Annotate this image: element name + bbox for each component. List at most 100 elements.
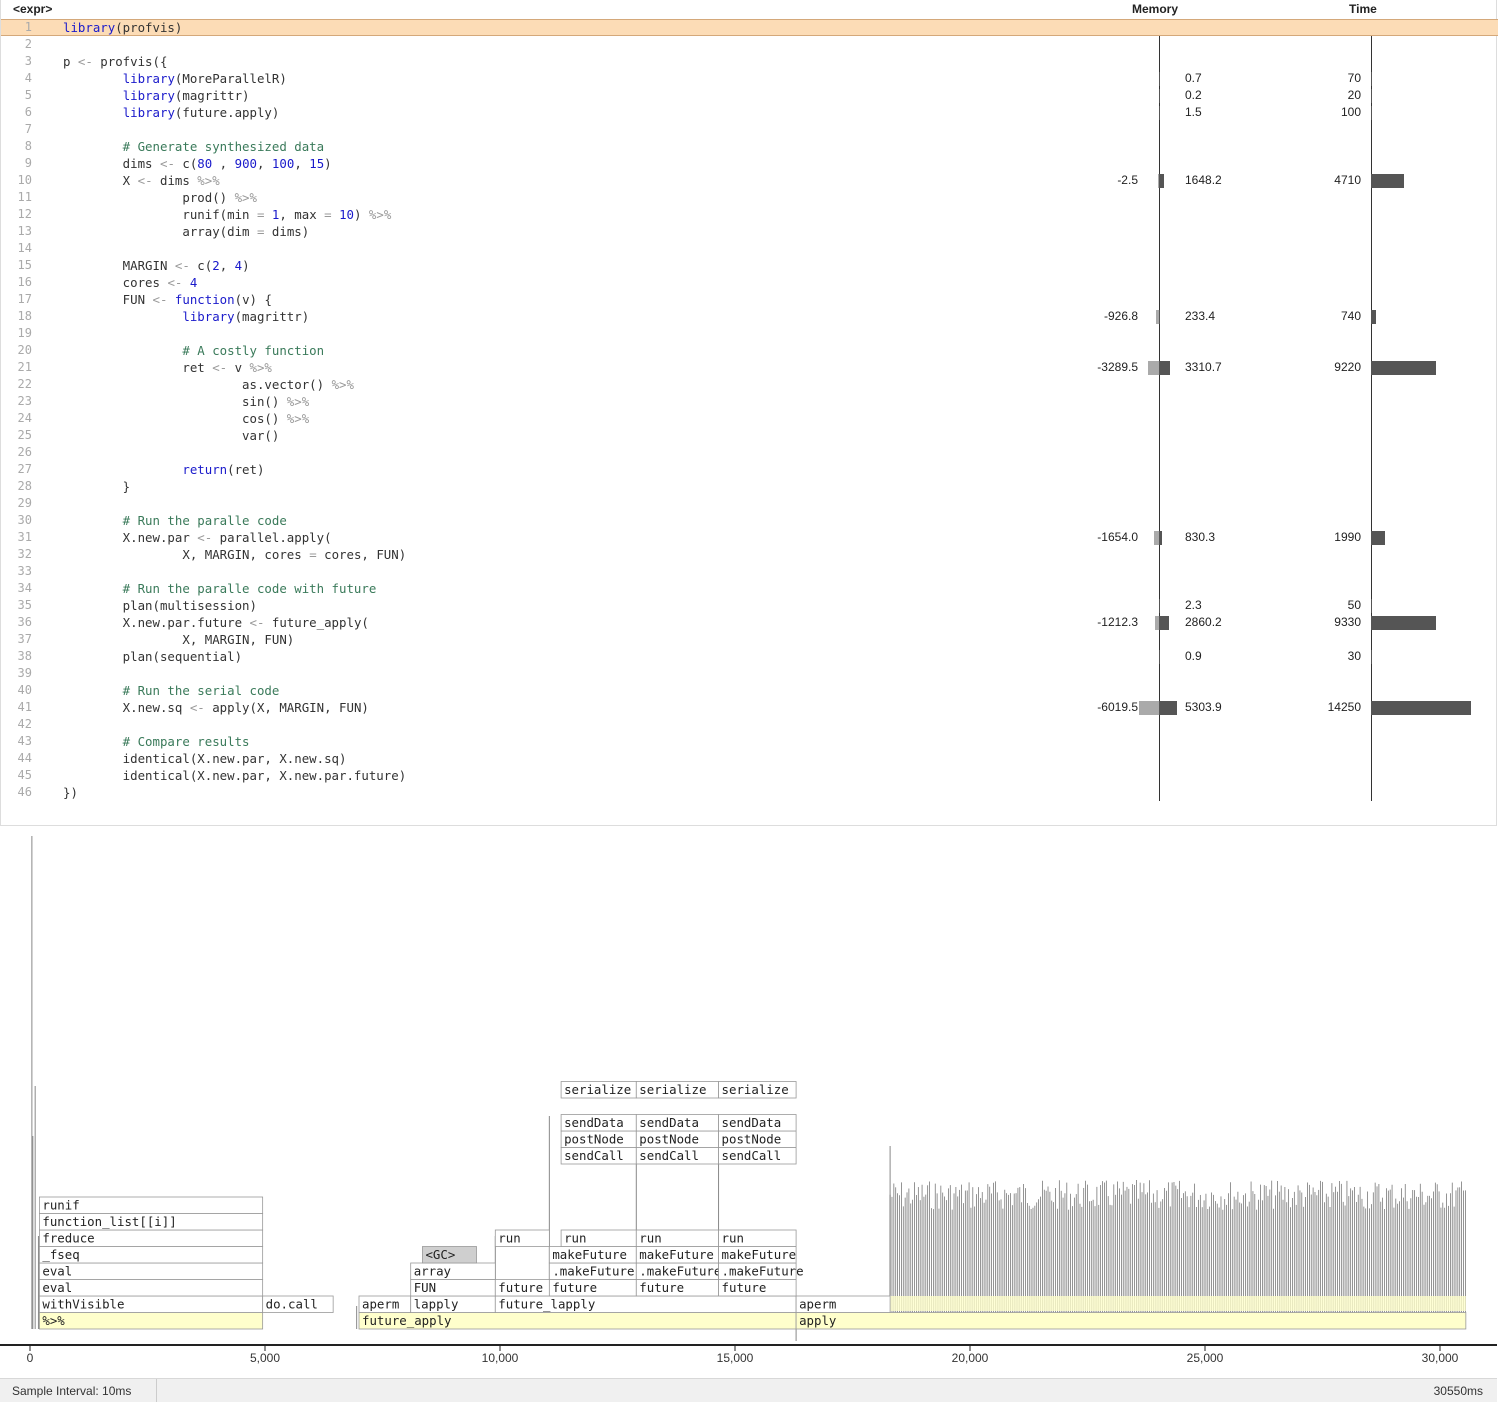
flame-cell-apply[interactable]: apply (795, 1312, 1467, 1330)
flame-cell-runif[interactable]: runif (39, 1196, 264, 1214)
code-line[interactable]: 32 X, MARGIN, cores = cores, FUN) (1, 546, 1498, 563)
code-line[interactable]: 42 (1, 716, 1498, 733)
code-line[interactable]: 39 (1, 665, 1498, 682)
memory-alloc-value: 830.3 (1185, 530, 1216, 544)
code-line[interactable]: 11 prod() %>% (1, 189, 1498, 206)
code-line[interactable]: 31 X.new.par <- parallel.apply(-1654.0 83… (1, 529, 1498, 546)
flame-cell--fseq[interactable]: _fseq (39, 1246, 264, 1264)
flame-cell--GC-[interactable]: <GC> (422, 1246, 477, 1264)
flame-cell-run[interactable]: run (718, 1229, 797, 1247)
flame-graph-svg[interactable]: %>% future_apply apply withVisible do.call ap… (0, 836, 1497, 1378)
code-line[interactable]: 46}) (1, 784, 1498, 801)
code-line[interactable]: 33 (1, 563, 1498, 580)
flame-cell-makeFuture[interactable]: makeFuture (548, 1246, 637, 1264)
code-line[interactable]: 12 runif(min = 1, max = 10) %>% (1, 206, 1498, 223)
flame-cell-sendCall[interactable]: sendCall (635, 1147, 719, 1165)
code-line[interactable]: 16 cores <- 4 (1, 274, 1498, 291)
flame-cell--makeFuture[interactable]: .makeFuture (548, 1262, 637, 1280)
code-text: X.new.par <- parallel.apply( (63, 530, 332, 545)
code-line[interactable]: 14 (1, 240, 1498, 257)
flame-cell-future[interactable]: future (494, 1279, 550, 1297)
code-line[interactable]: 34 # Run the paralle code with future (1, 580, 1498, 597)
code-line[interactable]: 28 } (1, 478, 1498, 495)
flame-cell-future[interactable]: future (718, 1279, 797, 1297)
code-line[interactable]: 15 MARGIN <- c(2, 4) (1, 257, 1498, 274)
code-line[interactable]: 30 # Run the paralle code (1, 512, 1498, 529)
flame-cell-function-list-i-[interactable]: function_list[[i]] (39, 1213, 264, 1231)
flame-cell-run[interactable]: run (560, 1229, 637, 1247)
code-line[interactable]: 13 array(dim = dims) (1, 223, 1498, 240)
flame-cell-serialize[interactable]: serialize (718, 1081, 797, 1099)
code-line[interactable]: 5 library(magrittr) 0.2 20 (1, 87, 1498, 104)
flame-cell-makeFuture[interactable]: makeFuture (718, 1246, 797, 1264)
flame-cell-run[interactable]: run (494, 1229, 550, 1247)
code-line[interactable]: 8 # Generate synthesized data (1, 138, 1498, 155)
code-line[interactable]: 3 p <- profvis({ (1, 53, 1498, 70)
code-line[interactable]: 35 plan(multisession) 2.3 50 (1, 597, 1498, 614)
code-line[interactable]: 40 # Run the serial code (1, 682, 1498, 699)
code-line[interactable]: 17 FUN <- function(v) { (1, 291, 1498, 308)
flame-cell-freduce[interactable]: freduce (39, 1229, 264, 1247)
flame-cell-eval[interactable]: eval (39, 1262, 264, 1280)
code-line[interactable]: 9 dims <- c(80 , 900, 100, 15) (1, 155, 1498, 172)
flame-cell-postNode[interactable]: postNode (635, 1130, 719, 1148)
code-line[interactable]: 6 library(future.apply) 1.5 100 (1, 104, 1498, 121)
time-column-header[interactable]: Time (1349, 2, 1377, 16)
x-tick-label: 25,000 (1187, 1351, 1224, 1365)
flame-cell-run[interactable]: run (635, 1229, 719, 1247)
flame-cell-sendCall[interactable]: sendCall (718, 1147, 797, 1165)
code-line[interactable]: 19 (1, 325, 1498, 342)
flame-cell-makeFuture[interactable]: makeFuture (635, 1246, 719, 1264)
flame-cell-do-call[interactable]: do.call (262, 1295, 334, 1313)
code-line[interactable]: 22 as.vector() %>% (1, 376, 1498, 393)
flame-cell--makeFuture[interactable]: .makeFuture (635, 1262, 721, 1280)
flame-cell-sendData[interactable]: sendData (560, 1114, 637, 1132)
code-line[interactable]: 37 X, MARGIN, FUN) (1, 631, 1498, 648)
code-line[interactable]: 27 return(ret) (1, 461, 1498, 478)
code-line[interactable]: 4 library(MoreParallelR) 0.7 70 (1, 70, 1498, 87)
flame-cell-eval[interactable]: eval (39, 1279, 264, 1297)
code-line[interactable]: 29 (1, 495, 1498, 512)
svg-text:serialize: serialize (564, 1082, 631, 1097)
code-line[interactable]: 41 X.new.sq <- apply(X, MARGIN, FUN) -601… (1, 699, 1498, 716)
flame-cell-future-apply[interactable]: future_apply (358, 1312, 797, 1330)
code-line[interactable]: 43 # Compare results (1, 733, 1498, 750)
flame-cell-future-lapply[interactable]: future_lapply (494, 1295, 797, 1313)
flame-cell-sendData[interactable]: sendData (635, 1114, 719, 1132)
flame-cell-postNode[interactable]: postNode (718, 1130, 797, 1148)
code-line[interactable]: 25 var() (1, 427, 1498, 444)
memory-column-header[interactable]: Memory (1132, 2, 1178, 16)
flame-cell-future[interactable]: future (635, 1279, 719, 1297)
flame-cell-aperm[interactable]: aperm (795, 1295, 891, 1313)
flame-graph[interactable]: %>% future_apply apply withVisible do.call ap… (0, 836, 1497, 1378)
flame-cell-aperm[interactable]: aperm (358, 1295, 412, 1313)
flame-cell-future[interactable]: future (548, 1279, 637, 1297)
code-line[interactable]: 1 library(profvis) (1, 19, 1498, 36)
flame-cell-lapply[interactable]: lapply (410, 1295, 496, 1313)
code-line[interactable]: 45 identical(X.new.par, X.new.par.future… (1, 767, 1498, 784)
flame-cell-FUN[interactable]: FUN (410, 1279, 496, 1297)
flame-cell-sendData[interactable]: sendData (718, 1114, 797, 1132)
flame-cell--makeFuture[interactable]: .makeFuture (718, 1262, 804, 1280)
code-line[interactable]: 20 # A costly function (1, 342, 1498, 359)
flame-cell-serialize[interactable]: serialize (560, 1081, 637, 1099)
code-line[interactable]: 21 ret <- v %>% -3289.5 3310.7 9220 (1, 359, 1498, 376)
code-line[interactable]: 26 (1, 444, 1498, 461)
code-line[interactable]: 7 (1, 121, 1498, 138)
code-line[interactable]: 18 library(magrittr) -926.8 233.4 740 (1, 308, 1498, 325)
flame-cell-withVisible[interactable]: withVisible (39, 1295, 264, 1313)
code-line[interactable]: 36 X.new.par.future <- future_apply(-121… (1, 614, 1498, 631)
code-text: identical(X.new.par, X.new.sq) (63, 751, 347, 766)
flame-cell-postNode[interactable]: postNode (560, 1130, 637, 1148)
flame-cell-array[interactable]: array (410, 1262, 496, 1280)
code-line[interactable]: 23 sin() %>% (1, 393, 1498, 410)
line-number: 19 (17, 326, 32, 340)
code-line[interactable]: 2 (1, 36, 1498, 53)
flame-cell-serialize[interactable]: serialize (635, 1081, 719, 1099)
flame-cell-sendCall[interactable]: sendCall (560, 1147, 637, 1165)
code-line[interactable]: 44 identical(X.new.par, X.new.sq) (1, 750, 1498, 767)
code-line[interactable]: 24 cos() %>% (1, 410, 1498, 427)
flame-cell--[interactable]: %>% (39, 1312, 264, 1330)
code-line[interactable]: 38 plan(sequential) 0.9 30 (1, 648, 1498, 665)
code-line[interactable]: 10 X <- dims %>% -2.5 1648.2 4710 (1, 172, 1498, 189)
